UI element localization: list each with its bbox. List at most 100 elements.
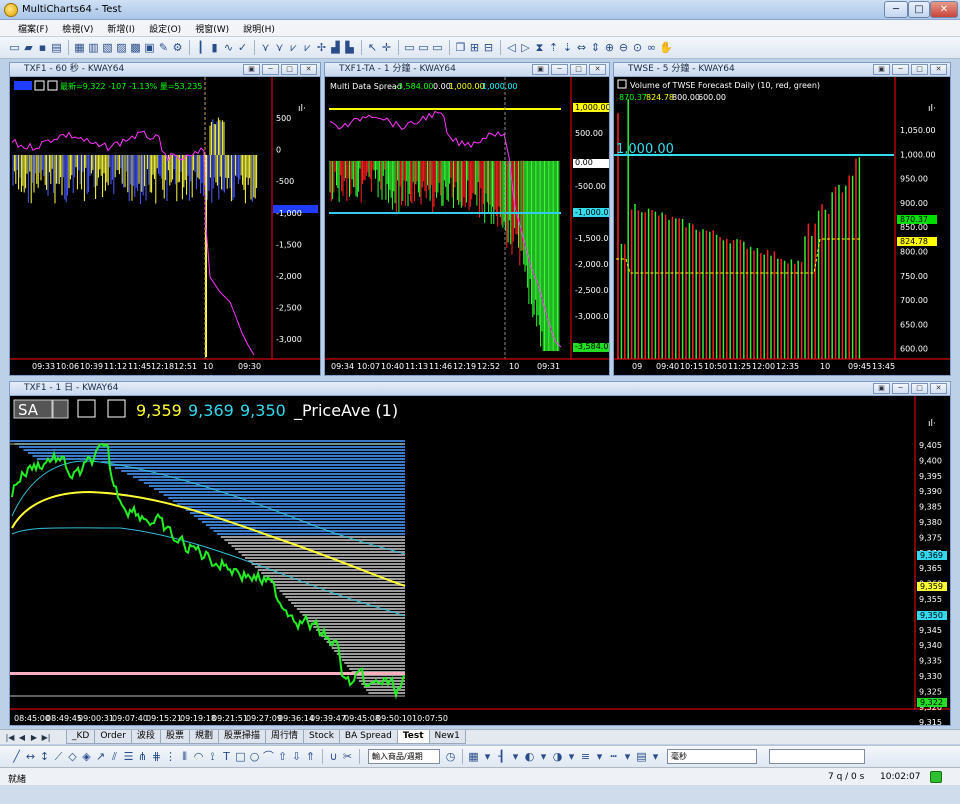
- format-icon[interactable]: ⚙: [171, 40, 184, 55]
- options-icon[interactable]: ▣: [143, 40, 156, 55]
- hand-icon[interactable]: ✋: [659, 40, 673, 55]
- indicator-5-icon[interactable]: ✢: [315, 40, 328, 55]
- arrow-tool-icon[interactable]: ↗: [94, 749, 107, 764]
- drawing-tool-icon[interactable]: ✎: [157, 40, 170, 55]
- binoculars-icon[interactable]: ∞: [645, 40, 658, 55]
- layout-3-icon[interactable]: ▭: [431, 40, 444, 55]
- chart-close-icon[interactable]: ✕: [930, 64, 947, 75]
- tab-order[interactable]: Order: [94, 730, 132, 744]
- arrow-down-tool-icon[interactable]: ⇩: [290, 749, 303, 764]
- chart-area-spread[interactable]: 最新=9,322 -107 -1.13% 量=53,235 ıl· 500 0 -5…: [10, 77, 320, 375]
- zoom-fit-icon[interactable]: ⊙: [631, 40, 644, 55]
- andrews-icon[interactable]: ⋔: [136, 749, 149, 764]
- checkbox-icon[interactable]: [617, 79, 627, 89]
- arrow-up-tool-icon[interactable]: ⇧: [276, 749, 289, 764]
- chart-minimize-icon[interactable]: ─: [892, 383, 909, 394]
- layout-2-icon[interactable]: ▭: [417, 40, 430, 55]
- window-split-icon[interactable]: ⊟: [482, 40, 495, 55]
- window-cascade-icon[interactable]: ❐: [454, 40, 467, 55]
- order-window-icon[interactable]: ▨: [115, 40, 128, 55]
- speed-lines-icon[interactable]: ⋕: [150, 749, 163, 764]
- layout-1-icon[interactable]: ▭: [403, 40, 416, 55]
- fan-icon[interactable]: ⟟: [206, 749, 219, 764]
- pin-icon[interactable]: ıl·: [928, 419, 936, 429]
- chart-area-volume-forecast[interactable]: 1,000.00 Volume of TWSE Forecast Daily (…: [614, 77, 950, 375]
- chart-maximize-icon[interactable]: □: [281, 64, 298, 75]
- chart-close-icon[interactable]: ✕: [930, 383, 947, 394]
- chart-minimize-icon[interactable]: ─: [262, 64, 279, 75]
- last-tab-icon[interactable]: ▶|: [40, 733, 52, 742]
- symbol-interval-input[interactable]: 輸入商品/週期: [368, 749, 440, 764]
- indicator-1-icon[interactable]: ⋎: [259, 40, 272, 55]
- menu-settings[interactable]: 設定(O): [149, 22, 181, 35]
- crosshair-icon[interactable]: ✛: [380, 40, 393, 55]
- line-width-icon[interactable]: ≡: [579, 749, 592, 764]
- cycle-icon[interactable]: ⋮: [164, 749, 177, 764]
- tab-wave[interactable]: 波段: [130, 730, 161, 744]
- indicator-7-icon[interactable]: ▙: [343, 40, 356, 55]
- rectangle-tool-icon[interactable]: □: [234, 749, 247, 764]
- expand-icon[interactable]: ⇔: [575, 40, 588, 55]
- bar-style-dropdown-icon[interactable]: ▾: [509, 749, 522, 764]
- chart-area-price-average[interactable]: SA 9,359 9,369 9,350 _PriceAve (1) ıl· 9…: [10, 396, 950, 725]
- freehand-icon[interactable]: ⌒: [262, 749, 275, 764]
- chart-window-txf1-ta[interactable]: TXF1-TA - 1 分鐘 - KWAY64 ▣ ─ □ ✕ Multi Da…: [324, 62, 610, 376]
- dom-window-icon[interactable]: ▧: [101, 40, 114, 55]
- minimize-window-button[interactable]: ─: [884, 1, 908, 18]
- chart-format-icon[interactable]: ▣: [873, 64, 890, 75]
- dropdown-arrow-icon[interactable]: [34, 80, 45, 91]
- prev-tab-icon[interactable]: ◀: [16, 733, 28, 742]
- line-style-dropdown-icon[interactable]: ▾: [621, 749, 634, 764]
- scroll-right-icon[interactable]: ▷: [519, 40, 532, 55]
- pointer-icon[interactable]: ↖: [366, 40, 379, 55]
- fib-time-icon[interactable]: ⫴: [178, 749, 191, 764]
- tab-planning[interactable]: 規劃: [188, 730, 219, 744]
- tab-kd[interactable]: _KD: [66, 730, 96, 744]
- chart-area-multi-spread[interactable]: Multi Data Spread -3,584.00 0.00 1,000.0…: [325, 77, 609, 375]
- chart-window-twse-5m[interactable]: TWSE - 5 分鐘 - KWAY64 ▣ ─ □ ✕ 1,000.00 Vo…: [613, 62, 951, 376]
- down-arrow-icon[interactable]: ⇣: [561, 40, 574, 55]
- new-file-icon[interactable]: ▭: [8, 40, 21, 55]
- channel-icon[interactable]: ⫽: [108, 749, 121, 764]
- menu-insert[interactable]: 新增(I): [107, 22, 135, 35]
- tab-stocks[interactable]: 股票: [159, 730, 190, 744]
- gann-icon[interactable]: ☰: [122, 749, 135, 764]
- grid-icon[interactable]: ▤: [635, 749, 648, 764]
- color-1-icon[interactable]: ◐: [523, 749, 536, 764]
- tab-stock-scanner[interactable]: 股票掃描: [217, 730, 266, 744]
- dropdown-arrow-icon[interactable]: [107, 399, 126, 418]
- pin-icon[interactable]: ıl·: [928, 104, 936, 114]
- delete-drawing-icon[interactable]: ✂: [341, 749, 354, 764]
- zoom-in-icon[interactable]: ⊕: [603, 40, 616, 55]
- text-tool-icon[interactable]: T: [220, 749, 233, 764]
- chart-minimize-icon[interactable]: ─: [892, 64, 909, 75]
- vertical-line-icon[interactable]: ↕: [38, 749, 51, 764]
- save-icon[interactable]: ▪: [36, 40, 49, 55]
- chart-format-icon[interactable]: ▣: [532, 64, 549, 75]
- clock-icon[interactable]: ◷: [444, 749, 457, 764]
- scroll-left-icon[interactable]: ◁: [505, 40, 518, 55]
- open-folder-icon[interactable]: ▰: [22, 40, 35, 55]
- portfolio-icon[interactable]: ▩: [129, 40, 142, 55]
- line-chart-icon[interactable]: ∿: [222, 40, 235, 55]
- dropdown-arrow-icon[interactable]: [47, 80, 58, 91]
- chart-close-icon[interactable]: ✕: [300, 64, 317, 75]
- time-unit-select[interactable]: 毫秒: [667, 749, 757, 764]
- chart-format-icon[interactable]: ▣: [873, 383, 890, 394]
- color-1-dropdown-icon[interactable]: ▾: [537, 749, 550, 764]
- tab-ba-spread[interactable]: BA Spread: [338, 730, 398, 744]
- line-style-icon[interactable]: ┅: [607, 749, 620, 764]
- color-2-dropdown-icon[interactable]: ▾: [565, 749, 578, 764]
- zoom-out-icon[interactable]: ⊖: [617, 40, 630, 55]
- menu-help[interactable]: 說明(H): [243, 22, 275, 35]
- chart-window-icon[interactable]: ▦: [73, 40, 86, 55]
- color-2-icon[interactable]: ◑: [551, 749, 564, 764]
- fibonacci-icon[interactable]: ◇: [66, 749, 79, 764]
- close-window-button[interactable]: ✕: [930, 1, 958, 18]
- first-tab-icon[interactable]: |◀: [4, 733, 16, 742]
- chart-close-icon[interactable]: ✕: [589, 64, 606, 75]
- chart-maximize-icon[interactable]: □: [911, 383, 928, 394]
- indicator-6-icon[interactable]: ▟: [329, 40, 342, 55]
- chart-maximize-icon[interactable]: □: [570, 64, 587, 75]
- horizontal-line-icon[interactable]: ↔: [24, 749, 37, 764]
